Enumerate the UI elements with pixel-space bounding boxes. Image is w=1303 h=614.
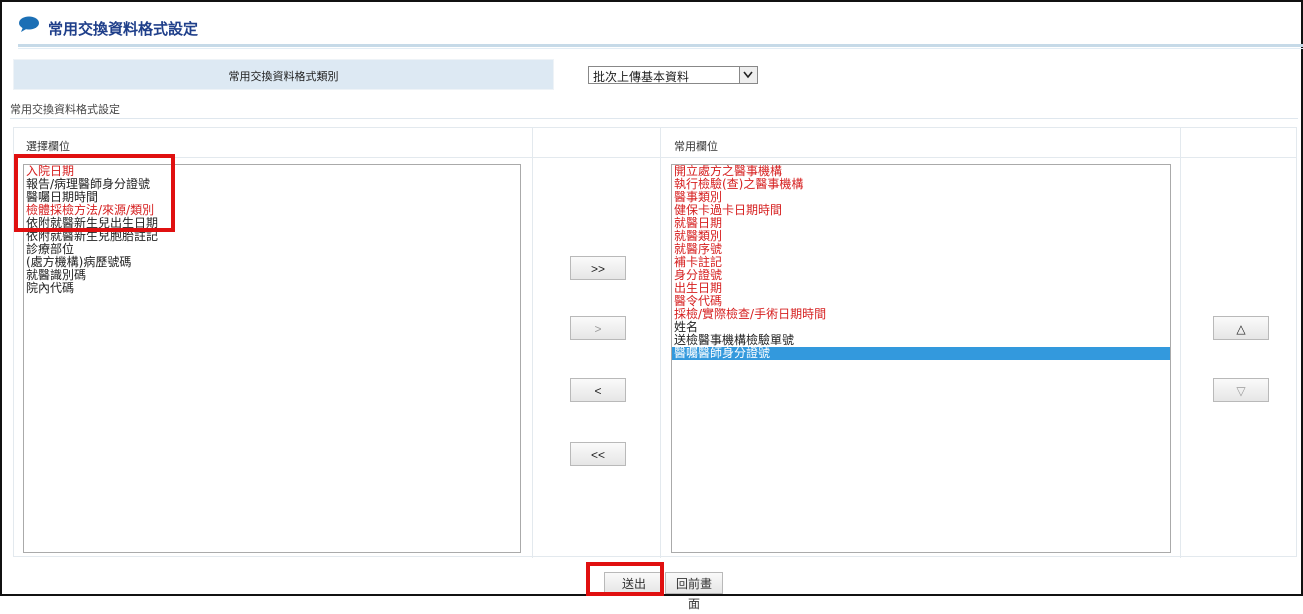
list-item[interactable]: 健保卡過卡日期時間	[672, 204, 1170, 217]
category-label: 常用交換資料格式類別	[228, 70, 339, 83]
title-divider-light	[18, 48, 1303, 49]
selected-fields-list[interactable]: 開立處方之醫事機構 執行檢驗(查)之醫事機構 醫事類別 健保卡過卡日期時間 就醫日期 就醫…	[671, 164, 1171, 553]
page-title: 常用交換資料格式設定	[48, 20, 199, 38]
list-item[interactable]: 就醫識別碼	[24, 269, 520, 282]
move-down-button[interactable]: ▽	[1213, 378, 1269, 402]
page-header: 常用交換資料格式設定	[8, 6, 1303, 49]
remove-button[interactable]: <	[570, 378, 626, 402]
column-divider	[532, 128, 533, 558]
field-config-panel: 選擇欄位 常用欄位 入院日期 報告/病理醫師身分證號 醫囑日期時間 檢體採檢方法/來源…	[13, 127, 1297, 558]
highlight-box	[586, 562, 664, 596]
list-item[interactable]: 就醫序號	[672, 243, 1170, 256]
list-item[interactable]: 就醫日期	[672, 217, 1170, 230]
speech-bubble-icon	[19, 16, 39, 32]
list-item[interactable]: 醫囑醫師身分證號	[672, 347, 1170, 360]
category-row: 常用交換資料格式類別 批次上傳基本資料	[13, 59, 1297, 90]
list-item[interactable]: (處方機構)病歷號碼	[24, 256, 520, 269]
category-label-cell: 常用交換資料格式類別	[13, 59, 554, 90]
column-divider	[1180, 128, 1181, 558]
category-select[interactable]: 批次上傳基本資料	[588, 66, 758, 84]
list-item[interactable]: 執行檢驗(查)之醫事機構	[672, 178, 1170, 191]
chevron-down-icon[interactable]	[739, 67, 757, 83]
selected-fields-header: 常用欄位	[674, 140, 718, 153]
back-button[interactable]: 回前畫面	[665, 572, 723, 611]
panel-header-row: 選擇欄位 常用欄位	[14, 128, 1296, 158]
add-button[interactable]: >	[570, 316, 626, 340]
available-fields-header: 選擇欄位	[26, 140, 70, 153]
remove-all-button[interactable]: <<	[570, 442, 626, 466]
list-item[interactable]: 出生日期	[672, 282, 1170, 295]
list-item[interactable]: 身分證號	[672, 269, 1170, 282]
list-item[interactable]: 就醫類別	[672, 230, 1170, 243]
add-all-button[interactable]: >>	[570, 256, 626, 280]
column-divider	[660, 128, 661, 558]
list-item[interactable]: 補卡註記	[672, 256, 1170, 269]
move-up-button[interactable]: △	[1213, 316, 1269, 340]
list-item[interactable]: 採檢/實際檢查/手術日期時間	[672, 308, 1170, 321]
section-caption: 常用交換資料格式設定	[10, 103, 120, 116]
list-item[interactable]: 院內代碼	[24, 282, 520, 295]
category-select-value: 批次上傳基本資料	[593, 70, 690, 84]
section-divider	[10, 118, 1298, 119]
highlight-box	[14, 154, 175, 232]
title-divider	[18, 44, 1303, 47]
